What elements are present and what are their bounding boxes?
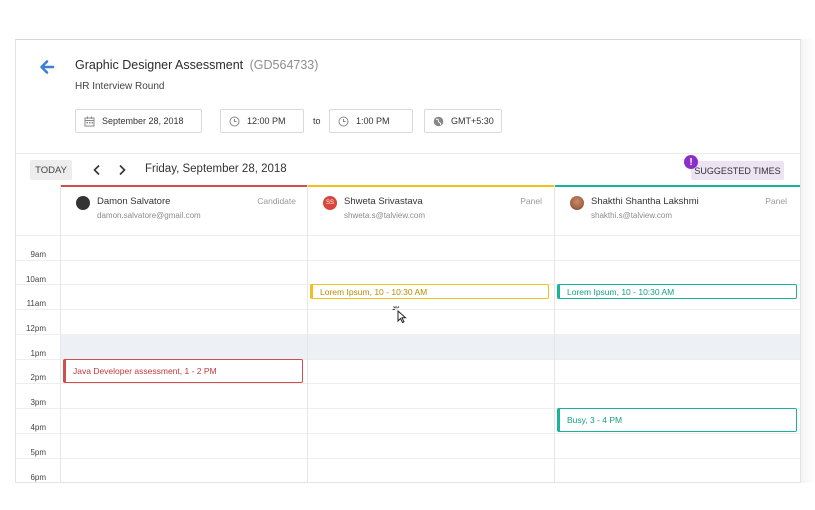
- hour-line: [16, 433, 800, 434]
- round-subtitle: HR Interview Round: [75, 81, 165, 92]
- click-cursor-icon: [392, 306, 407, 323]
- event-busy[interactable]: Busy, 3 - 4 PM: [557, 408, 797, 432]
- suggested-times-button[interactable]: SUGGESTED TIMES: [691, 161, 784, 180]
- header-divider: [16, 235, 800, 236]
- avatar: [570, 196, 584, 210]
- participant-role: Candidate: [257, 196, 296, 206]
- participant-email: shweta.s@talview.com: [344, 211, 426, 220]
- start-time-field[interactable]: 12:00 PM: [220, 109, 304, 133]
- participant-name: Damon Salvatore: [97, 196, 171, 207]
- event-time: 10 - 10:30 AM: [618, 286, 675, 297]
- date-value: September 28, 2018: [102, 116, 184, 126]
- clock-icon: [338, 116, 349, 126]
- event-time: 10 - 10:30 AM: [371, 286, 428, 297]
- avatar: SS: [323, 196, 337, 210]
- hour-label: 9am: [30, 250, 46, 259]
- hour-label: 2pm: [30, 373, 46, 382]
- date-field[interactable]: September 28, 2018: [75, 109, 202, 133]
- hour-label: 10am: [25, 275, 46, 284]
- hour-label: 4pm: [30, 423, 46, 432]
- today-button[interactable]: TODAY: [30, 160, 72, 180]
- hour-label: 11am: [26, 299, 46, 308]
- divider: [16, 153, 800, 154]
- scheduler-card: Graphic Designer Assessment (GD564733) H…: [15, 39, 801, 483]
- hour-line: [16, 458, 800, 459]
- calendar-icon: [84, 116, 95, 126]
- globe-icon: [433, 116, 444, 126]
- hour-line: [16, 260, 800, 261]
- event-title: Java Developer assessment,: [73, 366, 183, 376]
- alert-badge-icon: !: [684, 155, 698, 169]
- calendar-grid: 9am 10am 11am 12pm 1pm 2pm 3pm 4pm 5pm 6…: [16, 185, 800, 482]
- participant-role: Panel: [765, 196, 787, 206]
- end-time-field[interactable]: 1:00 PM: [329, 109, 413, 133]
- event-title: Lorem Ipsum,: [567, 286, 619, 297]
- hour-label: 1pm: [30, 349, 46, 358]
- participant-name: Shweta Srivastava: [344, 196, 423, 207]
- to-label: to: [313, 116, 321, 126]
- event-title: Lorem Ipsum,: [320, 286, 372, 297]
- hour-line: [16, 383, 800, 384]
- participant-header-shweta: SS Shweta Srivastava shweta.s@talview.co…: [308, 185, 554, 235]
- participant-header-shakthi: Shakthi Shantha Lakshmi shakthi.s@talvie…: [555, 185, 800, 235]
- end-time-value: 1:00 PM: [356, 116, 390, 126]
- participant-role: Panel: [520, 196, 542, 206]
- event-java-developer-assessment[interactable]: Java Developer assessment, 1 - 2 PM: [63, 359, 303, 383]
- event-time: 1 - 2 PM: [182, 366, 217, 376]
- current-date-label: Friday, September 28, 2018: [145, 163, 287, 175]
- page-title: Graphic Designer Assessment (GD564733): [75, 58, 318, 72]
- card-shadow: [801, 39, 815, 483]
- event-title: Busy,: [567, 415, 588, 425]
- chevron-left-icon[interactable]: [91, 164, 103, 176]
- participant-name: Shakthi Shantha Lakshmi: [591, 196, 699, 207]
- assessment-title: Graphic Designer Assessment: [75, 58, 244, 72]
- hour-label: 5pm: [30, 448, 46, 457]
- participant-header-damon: Damon Salvatore damon.salvatore@gmail.co…: [61, 185, 307, 235]
- hour-label: 6pm: [30, 473, 46, 482]
- hour-line: [16, 334, 800, 335]
- participant-email: damon.salvatore@gmail.com: [97, 211, 201, 220]
- selected-slot-highlight[interactable]: [61, 334, 800, 359]
- chevron-right-icon[interactable]: [116, 164, 128, 176]
- back-arrow-icon[interactable]: [38, 58, 56, 76]
- assessment-code: (GD564733): [249, 58, 319, 72]
- event-time: 3 - 4 PM: [587, 415, 623, 425]
- clock-icon: [229, 116, 240, 126]
- avatar: [76, 196, 90, 210]
- participant-email: shakthi.s@talview.com: [591, 211, 673, 220]
- timezone-value: GMT+5:30: [451, 116, 494, 126]
- timezone-field[interactable]: GMT+5:30: [424, 109, 502, 133]
- hour-label: 12pm: [25, 324, 46, 333]
- event-lorem-ipsum[interactable]: Lorem Ipsum, 10 - 10:30 AM: [310, 284, 549, 299]
- start-time-value: 12:00 PM: [247, 116, 286, 126]
- hour-label: 3pm: [30, 398, 46, 407]
- event-lorem-ipsum[interactable]: Lorem Ipsum, 10 - 10:30 AM: [557, 284, 797, 299]
